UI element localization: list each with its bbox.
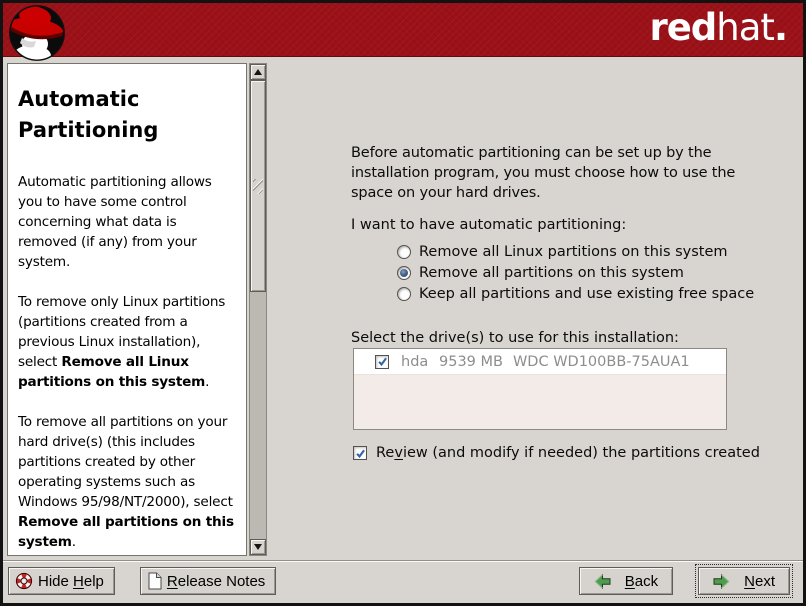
radio-button-icon[interactable] [397, 287, 411, 301]
radio-option-remove-all[interactable]: Remove all partitions on this system [397, 264, 803, 281]
installer-window: red hat . Automatic Partitioning Automat… [0, 0, 806, 606]
radio-group: Remove all Linux partitions on this syst… [397, 243, 803, 302]
radio-label: Remove all Linux partitions on this syst… [419, 244, 728, 260]
help-paragraph: Automatic partitioning allows you to hav… [18, 172, 236, 272]
label-mnemonic: N [744, 573, 755, 590]
redhat-wordmark: red hat . [649, 9, 787, 50]
footer-right-group: Back Next [579, 564, 793, 598]
radio-option-remove-linux[interactable]: Remove all Linux partitions on this syst… [397, 243, 803, 260]
main-body: Automatic Partitioning Automatic partiti… [3, 57, 803, 560]
drive-checkbox[interactable] [375, 355, 389, 369]
button-label: Release Notes [167, 573, 265, 590]
triangle-down-icon [254, 544, 262, 550]
next-button[interactable]: Next [698, 567, 790, 595]
redhat-shadowman-icon [8, 4, 66, 62]
review-label-pre: Re [376, 445, 394, 461]
help-bold-text: Remove all partitions on this system [18, 514, 234, 550]
review-option[interactable]: Review (and modify if needed) the partit… [353, 445, 803, 461]
footer-bar: Hide Help Release Notes [3, 560, 803, 603]
label-mnemonic: B [625, 573, 635, 590]
next-button-focus-ring: Next [695, 564, 793, 598]
radio-button-icon[interactable] [397, 245, 411, 259]
drive-select-label: Select the drive(s) to use for this inst… [351, 328, 803, 348]
checkmark-icon [355, 448, 366, 459]
document-page-icon [147, 572, 162, 590]
review-label: Review (and modify if needed) the partit… [376, 445, 760, 461]
help-paragraph: To remove all partitions on your hard dr… [18, 412, 236, 552]
drive-size: 9539 MB [439, 354, 503, 370]
label-mnemonic: R [167, 573, 178, 590]
help-text: To remove all partitions on your hard dr… [18, 414, 233, 510]
radio-button-selected-icon[interactable] [397, 266, 411, 280]
header-banner: red hat . [3, 3, 803, 57]
label-post: ack [635, 573, 658, 590]
help-title: Automatic Partitioning [18, 84, 236, 146]
help-text: Automatic partitioning allows you to hav… [18, 174, 212, 270]
drive-model: WDC WD100BB-75AUA1 [513, 354, 690, 370]
radio-label: Remove all partitions on this system [419, 265, 684, 281]
radio-label: Keep all partitions and use existing fre… [419, 286, 754, 302]
help-text: . [205, 374, 209, 390]
help-text: . [72, 534, 76, 550]
drive-list[interactable]: hda 9539 MB WDC WD100BB-75AUA1 [353, 348, 727, 430]
button-label: Hide Help [38, 573, 104, 590]
button-label: Back [625, 573, 658, 590]
triangle-up-icon [254, 69, 262, 75]
life-preserver-icon [15, 572, 33, 590]
help-scrollbar[interactable] [249, 63, 267, 556]
green-arrow-right-icon [713, 574, 730, 589]
intro-text: Before automatic partitioning can be set… [351, 143, 739, 203]
review-checkbox[interactable] [353, 446, 367, 460]
drive-name: hda [401, 354, 439, 370]
footer-left-group: Hide Help Release Notes [8, 567, 276, 595]
radio-option-keep-partitions[interactable]: Keep all partitions and use existing fre… [397, 285, 803, 302]
button-label: Next [744, 573, 775, 590]
review-label-post: iew (and modify if needed) the partition… [403, 445, 760, 461]
label-post: ext [755, 573, 775, 590]
scrollbar-thumb[interactable] [250, 80, 266, 292]
radio-prompt: I want to have automatic partitioning: [351, 217, 803, 233]
scroll-up-button[interactable] [250, 64, 266, 80]
green-arrow-left-icon [594, 574, 611, 589]
scroll-down-button[interactable] [250, 539, 266, 555]
back-button[interactable]: Back [579, 567, 673, 595]
checkmark-icon [377, 356, 388, 367]
hide-help-button[interactable]: Hide Help [8, 567, 115, 595]
label-post: elp [84, 573, 104, 590]
scrollbar-grip-icon [253, 179, 263, 194]
drive-row[interactable]: hda 9539 MB WDC WD100BB-75AUA1 [354, 349, 726, 375]
wordmark-hat: hat [716, 9, 774, 46]
content-area: Before automatic partitioning can be set… [269, 57, 803, 560]
wordmark-red: red [649, 9, 716, 46]
wordmark-period: . [774, 9, 787, 46]
label-pre: Hide [38, 573, 73, 590]
help-panel: Automatic Partitioning Automatic partiti… [7, 63, 247, 556]
review-label-mnemonic: v [394, 445, 403, 461]
label-mnemonic: H [73, 573, 84, 590]
release-notes-button[interactable]: Release Notes [140, 567, 276, 595]
help-paragraph: To remove only Linux partitions (partiti… [18, 292, 236, 392]
label-post: elease Notes [178, 573, 266, 590]
